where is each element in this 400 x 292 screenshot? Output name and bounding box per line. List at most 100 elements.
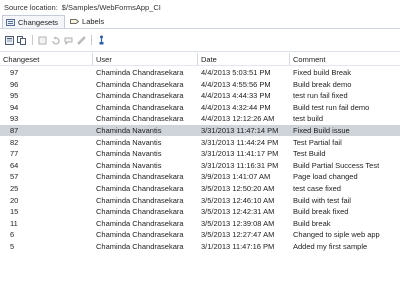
toolbar-separator [91,35,92,45]
comment-cell: Build break demo [293,79,352,89]
annotate-icon[interactable] [75,35,87,46]
comment-cell: test run fail fixed [293,91,348,101]
date-cell: 4/4/2013 12:12:26 AM [201,114,275,124]
table-row[interactable]: 87 Chaminda Navantis 3/31/2013 11:47:14 PM… [0,125,400,136]
user-cell: Chaminda Chandrasekara [96,114,184,124]
table-row[interactable]: 77 Chaminda Navantis 3/31/2013 11:41:17 PM… [0,148,400,159]
changeset-cell: 5 [10,242,15,251]
comment-cell: Build break [293,218,331,228]
changeset-cell: 82 [10,137,19,147]
changeset-cell: 57 [10,172,19,182]
table-row[interactable]: 20 Chaminda Chandrasekara 3/5/2013 12:46:1… [0,195,400,206]
history-tabs: Changesets Labels [0,15,400,29]
date-cell: 3/31/2013 11:44:24 PM [201,137,279,147]
table-row[interactable]: 96 Chaminda Chandrasekara 4/4/2013 4:55:56… [0,79,400,90]
table-row[interactable]: 94 Chaminda Chandrasekara 4/4/2013 4:32:44… [0,102,400,113]
tab-changesets[interactable]: Changesets [2,15,66,28]
view-details-icon[interactable] [3,35,15,46]
table-row[interactable]: 25 Chaminda Chandrasekara 3/5/2013 12:50:2… [0,183,400,194]
column-divider[interactable] [197,53,198,65]
user-cell: Chaminda Navantis [96,149,162,159]
date-cell: 3/5/2013 12:27:47 AM [201,230,275,240]
user-cell: Chaminda Navantis [96,137,162,147]
get-version-icon[interactable] [36,35,48,46]
user-cell: Chaminda Chandrasekara [96,184,184,193]
changeset-cell: 6 [10,230,15,240]
comment-cell: Build with test fail [293,195,351,205]
table-row[interactable]: 82 Chaminda Navantis 3/31/2013 11:44:24 PM… [0,137,400,148]
changeset-cell: 11 [10,218,18,228]
column-header-changeset[interactable]: Changeset [0,53,92,65]
label-icon [70,17,80,26]
date-cell: 3/31/2013 11:41:17 PM [201,149,279,159]
column-divider[interactable] [92,53,93,65]
compare-icon[interactable] [16,35,28,46]
user-cell: Chaminda Chandrasekara [96,218,184,228]
table-row[interactable]: 93 Chaminda Chandrasekara 4/4/2013 12:12:2… [0,113,400,124]
user-cell: Chaminda Navantis [96,160,162,170]
date-cell: 3/31/2013 11:16:31 PM [201,160,279,170]
source-location-path[interactable]: $/Samples/WebFormsApp_CI [62,3,161,12]
column-header-row: Changeset User Date Comment [0,53,400,66]
changeset-grid: Changeset User Date Comment 97 Chaminda C… [0,51,400,292]
table-row[interactable]: 95 Chaminda Chandrasekara 4/4/2013 4:44:33… [0,90,400,101]
user-cell: Chaminda Chandrasekara [96,242,184,251]
comment-cell: Fixed build Break [293,68,351,77]
comment-cell: Build test run fail demo [293,102,370,112]
comment-cell: Build break fixed [293,207,349,217]
comment-cell: Fixed Build issue [293,126,350,135]
user-cell: Chaminda Chandrasekara [96,79,184,89]
table-row[interactable]: 15 Chaminda Chandrasekara 3/5/2013 12:42:3… [0,206,400,217]
date-cell: 4/4/2013 4:55:56 PM [201,79,271,89]
table-row[interactable]: 11 Chaminda Chandrasekara 3/5/2013 12:39:0… [0,218,400,229]
date-cell: 3/5/2013 12:50:20 AM [201,184,275,193]
table-row[interactable]: 97 Chaminda Chandrasekara 4/4/2013 5:03:51… [0,67,400,78]
date-cell: 3/1/2013 11:47:16 PM [201,242,275,251]
column-header-user[interactable]: User [93,53,197,65]
date-cell: 4/4/2013 4:44:33 PM [201,91,271,101]
changeset-cell: 94 [10,102,19,112]
table-row[interactable]: 5 Chaminda Chandrasekara 3/1/2013 11:47:16… [0,241,400,252]
rollback-icon[interactable] [49,35,61,46]
tab-labels-label: Labels [82,17,105,26]
changeset-cell: 96 [10,79,19,89]
changeset-cell: 77 [10,149,19,159]
user-cell: Chaminda Chandrasekara [96,68,184,77]
changeset-cell: 87 [10,126,19,135]
track-changeset-icon[interactable] [62,35,74,46]
date-cell: 3/5/2013 12:39:08 AM [201,218,275,228]
comment-cell: test case fixed [293,184,341,193]
column-header-comment[interactable]: Comment [290,53,400,65]
date-cell: 3/5/2013 12:42:31 AM [201,207,275,217]
date-cell: 3/9/2013 1:41:07 AM [201,172,271,182]
user-cell: Chaminda Chandrasekara [96,207,184,217]
toolbar-separator [32,35,33,45]
branch-icon[interactable] [95,35,107,46]
tab-labels[interactable]: Labels [67,15,110,28]
table-row[interactable]: 57 Chaminda Chandrasekara 3/9/2013 1:41:07… [0,171,400,182]
date-cell: 3/31/2013 11:47:14 PM [201,126,279,135]
tab-changesets-label: Changesets [18,17,59,27]
column-header-date[interactable]: Date [198,53,289,65]
comment-cell: Added my first sample [293,242,368,251]
comment-cell: Changed to siple web app [293,230,380,240]
changesets-icon [6,18,15,27]
user-cell: Chaminda Chandrasekara [96,230,184,240]
user-cell: Chaminda Navantis [96,126,162,135]
changeset-cell: 20 [10,195,19,205]
comment-cell: Page load changed [293,172,358,182]
changeset-cell: 64 [10,160,19,170]
table-row[interactable]: 6 Chaminda Chandrasekara 3/5/2013 12:27:47… [0,229,400,240]
table-row[interactable]: 64 Chaminda Navantis 3/31/2013 11:16:31 PM… [0,160,400,171]
date-cell: 3/5/2013 12:46:10 AM [201,195,275,205]
user-cell: Chaminda Chandrasekara [96,102,184,112]
user-cell: Chaminda Chandrasekara [96,172,184,182]
changeset-cell: 97 [10,68,19,77]
changeset-cell: 15 [10,207,19,217]
column-divider[interactable] [289,53,290,65]
comment-cell: Test Build [293,149,326,159]
user-cell: Chaminda Chandrasekara [96,195,184,205]
date-cell: 4/4/2013 5:03:51 PM [201,68,271,77]
comment-cell: test build [293,114,324,124]
source-location-bar: Source location: $/Samples/WebFormsApp_C… [0,0,400,14]
